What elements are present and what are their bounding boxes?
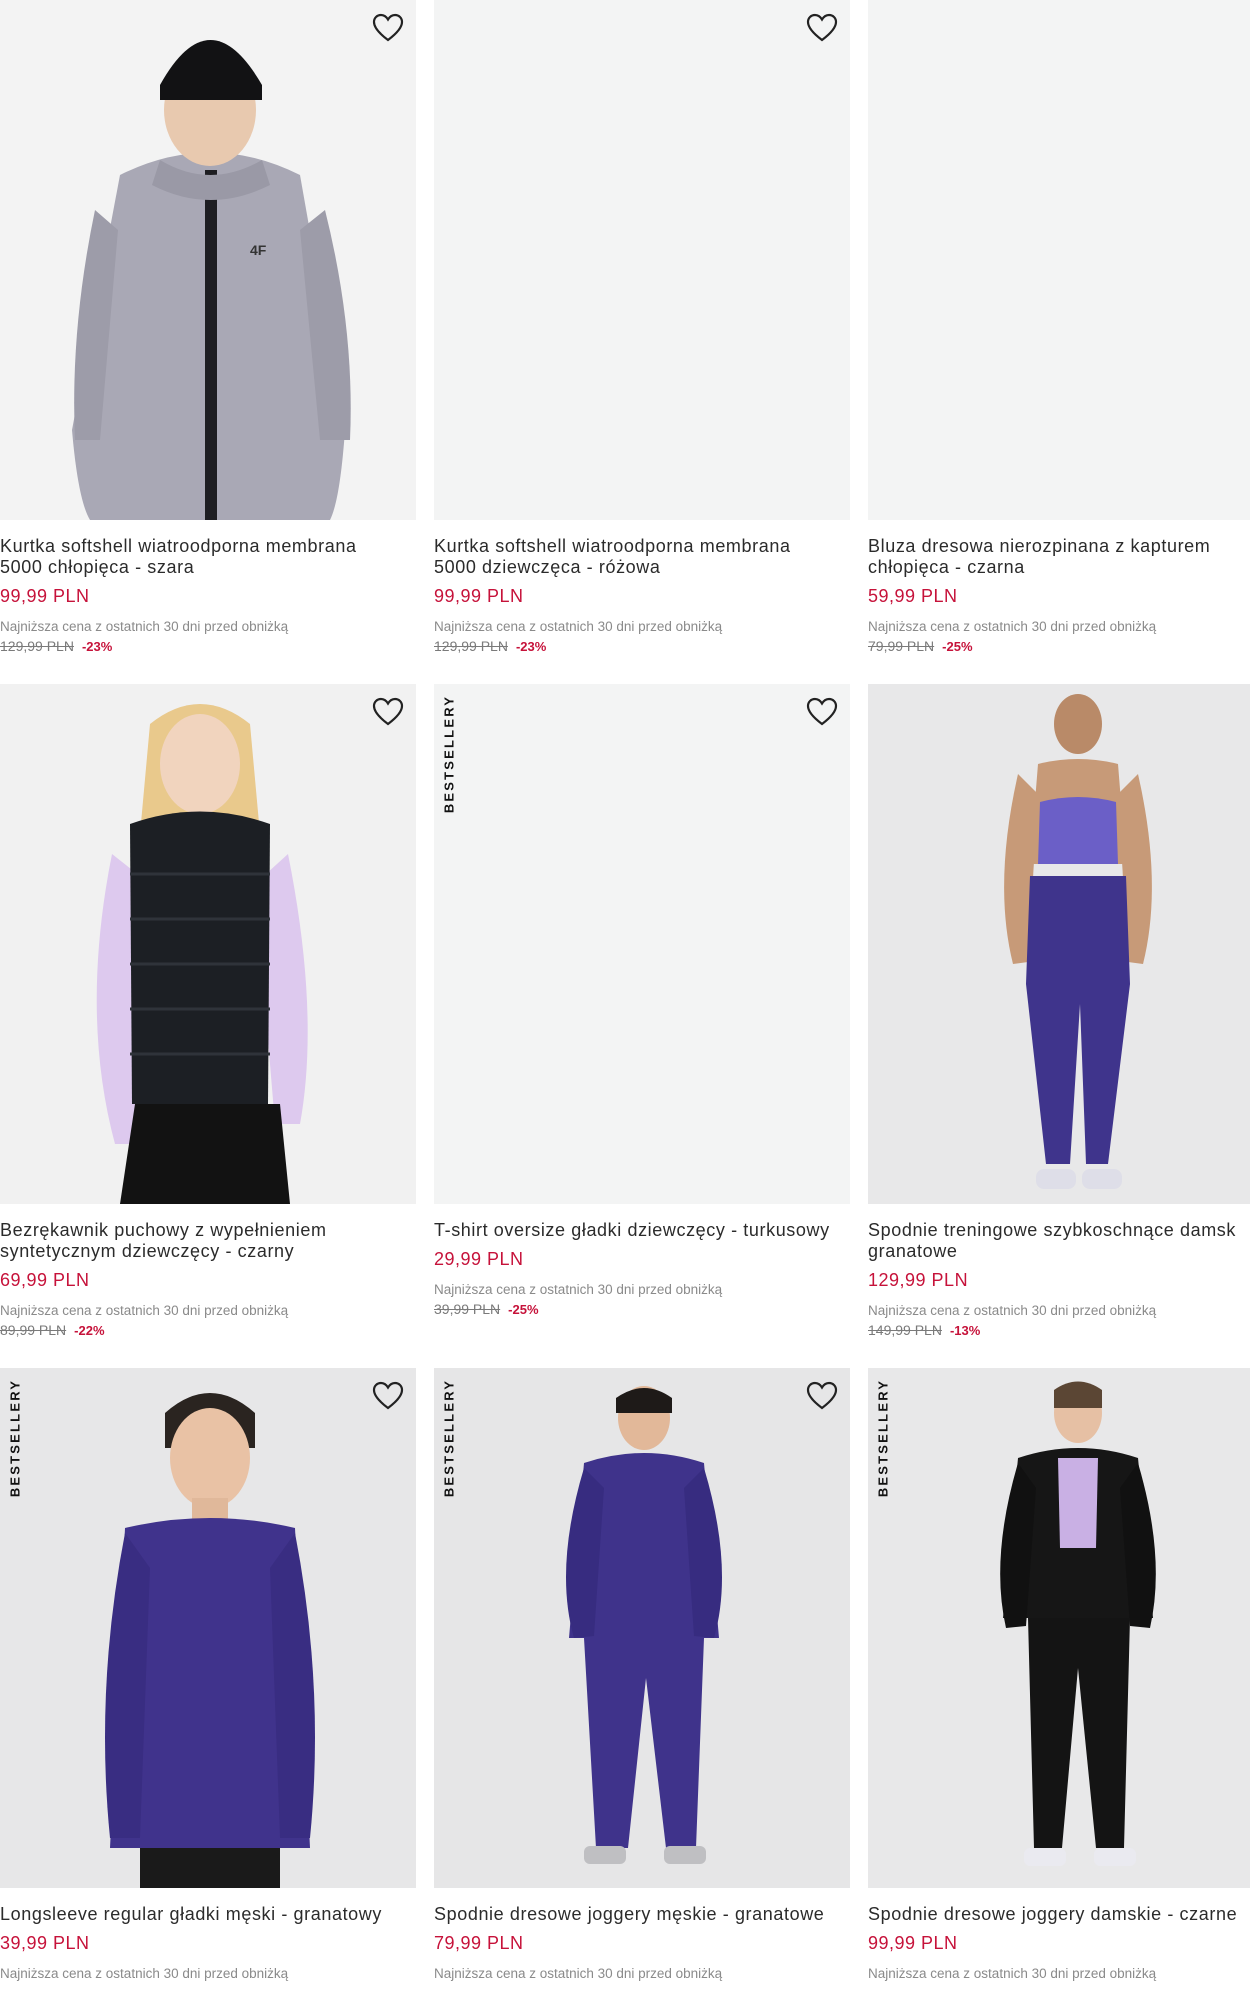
product-card[interactable]: 4F Kurtka softshell wiatroodporna membra… xyxy=(0,0,416,654)
old-price-row: 129,99 PLN -23% xyxy=(0,638,416,654)
discount-badge: -23% xyxy=(515,639,547,654)
boy-gray-jacket-photo: 4F xyxy=(0,0,416,520)
product-price: 99,99 PLN xyxy=(0,586,90,606)
lowest-price-label: Najniższa cena z ostatnich 30 dni przed … xyxy=(0,1303,289,1318)
woman-training-pants-photo xyxy=(868,684,1250,1204)
old-price: 149,99 PLN xyxy=(868,1322,942,1338)
man-longsleeve-photo xyxy=(0,1368,416,1888)
product-price: 99,99 PLN xyxy=(868,1933,958,1953)
product-card[interactable]: Bluza dresowa nierozpinana z kapturem ch… xyxy=(868,0,1250,654)
product-name[interactable]: Kurtka softshell wiatroodporna membrana … xyxy=(434,536,850,578)
girl-puffer-vest-photo xyxy=(0,684,416,1204)
heart-outline-icon xyxy=(372,697,404,726)
discount-badge: -22% xyxy=(74,1323,105,1338)
old-price: 89,99 PLN xyxy=(0,1322,67,1338)
favorite-button[interactable] xyxy=(802,1376,842,1416)
discount-badge: -13% xyxy=(949,1323,981,1338)
lowest-price-label: Najniższa cena z ostatnich 30 dni przed … xyxy=(434,619,723,634)
bestseller-badge: BESTSELLERY xyxy=(875,1378,891,1498)
product-price: 129,99 PLN xyxy=(868,1270,969,1290)
heart-outline-icon xyxy=(372,1381,404,1410)
product-price: 29,99 PLN xyxy=(434,1249,524,1269)
lowest-price-label: Najniższa cena z ostatnich 30 dni przed … xyxy=(0,619,289,634)
discount-badge: -25% xyxy=(508,1302,539,1317)
product-image[interactable] xyxy=(434,0,850,520)
lowest-price-label: Najniższa cena z ostatnich 30 dni przed … xyxy=(434,1966,723,1981)
product-image[interactable] xyxy=(868,684,1250,1204)
product-card[interactable]: BESTSELLERY Spodnie dresowe joggery męsk… xyxy=(434,1368,850,1981)
old-price-row: 79,99 PLN -25% xyxy=(868,638,1250,654)
product-price: 79,99 PLN xyxy=(434,1933,524,1953)
old-price-row: 39,99 PLN -25% xyxy=(434,1301,850,1317)
product-card[interactable]: Spodnie treningowe szybkoschnące damsk g… xyxy=(868,684,1250,1338)
bestseller-badge: BESTSELLERY xyxy=(7,1378,23,1498)
product-card[interactable]: BESTSELLERY Longsleeve regular gładki mę… xyxy=(0,1368,416,1981)
product-image[interactable]: BESTSELLERY xyxy=(434,1368,850,1888)
discount-badge: -23% xyxy=(81,639,113,654)
lowest-price-label: Najniższa cena z ostatnich 30 dni przed … xyxy=(868,619,1157,634)
bestseller-badge: BESTSELLERY xyxy=(441,1378,457,1498)
product-price: 59,99 PLN xyxy=(868,586,958,606)
lowest-price-label: Najniższa cena z ostatnich 30 dni przed … xyxy=(868,1303,1157,1318)
product-name[interactable]: Spodnie dresowe joggery męskie - granato… xyxy=(434,1904,850,1925)
heart-outline-icon xyxy=(806,13,838,42)
favorite-button[interactable] xyxy=(802,692,842,732)
product-image[interactable] xyxy=(868,0,1250,520)
old-price: 39,99 PLN xyxy=(434,1301,501,1317)
product-image[interactable]: BESTSELLERY xyxy=(868,1368,1250,1888)
product-image[interactable]: 4F xyxy=(0,0,416,520)
product-card[interactable]: BESTSELLERY T-shirt oversize gładki dzie… xyxy=(434,684,850,1317)
old-price-row: 129,99 PLN -23% xyxy=(434,638,850,654)
product-name[interactable]: Bluza dresowa nierozpinana z kapturem ch… xyxy=(868,536,1250,578)
product-name[interactable]: Longsleeve regular gładki męski - granat… xyxy=(0,1904,416,1925)
heart-outline-icon xyxy=(806,1381,838,1410)
product-name[interactable]: Bezrękawnik puchowy z wypełnieniem synte… xyxy=(0,1220,416,1262)
favorite-button[interactable] xyxy=(368,1376,408,1416)
product-card[interactable]: BESTSELLERY Spodnie dresowe joggery dams… xyxy=(868,1368,1250,1981)
heart-outline-icon xyxy=(806,697,838,726)
product-image[interactable]: BESTSELLERY xyxy=(434,684,850,1204)
favorite-button[interactable] xyxy=(368,8,408,48)
heart-outline-icon xyxy=(372,13,404,42)
lowest-price-label: Najniższa cena z ostatnich 30 dni przed … xyxy=(434,1282,723,1297)
product-name[interactable]: Spodnie dresowe joggery damskie - czarne xyxy=(868,1904,1250,1925)
old-price: 129,99 PLN xyxy=(0,638,74,654)
product-card[interactable]: Kurtka softshell wiatroodporna membrana … xyxy=(434,0,850,654)
favorite-button[interactable] xyxy=(368,692,408,732)
svg-text:4F: 4F xyxy=(250,242,267,258)
woman-black-joggers-photo xyxy=(868,1368,1250,1888)
favorite-button[interactable] xyxy=(802,8,842,48)
product-card[interactable]: Bezrękawnik puchowy z wypełnieniem synte… xyxy=(0,684,416,1338)
product-name[interactable]: Kurtka softshell wiatroodporna membrana … xyxy=(0,536,416,578)
old-price-row: 149,99 PLN -13% xyxy=(868,1322,1250,1338)
product-image[interactable]: BESTSELLERY xyxy=(0,1368,416,1888)
man-tracksuit-photo xyxy=(434,1368,850,1888)
product-name[interactable]: T-shirt oversize gładki dziewczęcy - tur… xyxy=(434,1220,850,1241)
old-price: 79,99 PLN xyxy=(868,638,935,654)
product-grid: 4F Kurtka softshell wiatroodporna membra… xyxy=(0,0,1250,1992)
old-price-row: 89,99 PLN -22% xyxy=(0,1322,416,1338)
lowest-price-label: Najniższa cena z ostatnich 30 dni przed … xyxy=(868,1966,1157,1981)
product-image[interactable] xyxy=(0,684,416,1204)
lowest-price-label: Najniższa cena z ostatnich 30 dni przed … xyxy=(0,1966,289,1981)
product-price: 99,99 PLN xyxy=(434,586,524,606)
product-price: 69,99 PLN xyxy=(0,1270,90,1290)
bestseller-badge: BESTSELLERY xyxy=(441,694,457,814)
product-name[interactable]: Spodnie treningowe szybkoschnące damsk g… xyxy=(868,1220,1250,1262)
old-price: 129,99 PLN xyxy=(434,638,508,654)
product-price: 39,99 PLN xyxy=(0,1933,90,1953)
discount-badge: -25% xyxy=(942,639,973,654)
